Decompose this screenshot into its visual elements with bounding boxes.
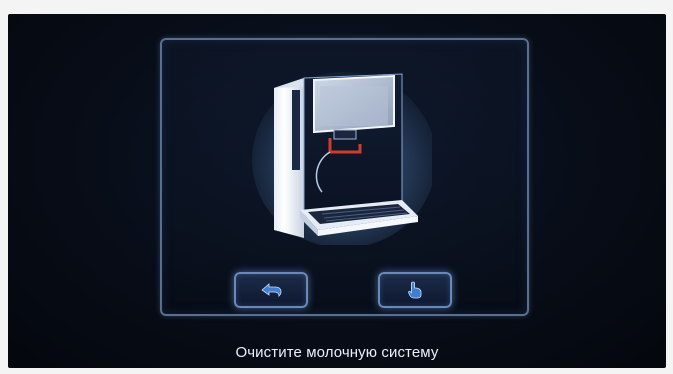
device-display: Очистите молочную систему xyxy=(8,14,666,368)
hand-pointer-icon xyxy=(408,281,422,299)
back-button-face xyxy=(247,281,295,299)
instruction-message: Очистите молочную систему xyxy=(235,344,439,361)
confirm-button[interactable] xyxy=(378,272,452,308)
return-arrow-icon xyxy=(261,283,282,297)
instruction-panel xyxy=(160,38,529,316)
coffee-machine-illustration xyxy=(252,72,432,245)
confirm-button-face xyxy=(391,281,439,299)
back-button[interactable] xyxy=(234,272,308,308)
device-photo-frame: Очистите молочную систему xyxy=(0,0,673,374)
